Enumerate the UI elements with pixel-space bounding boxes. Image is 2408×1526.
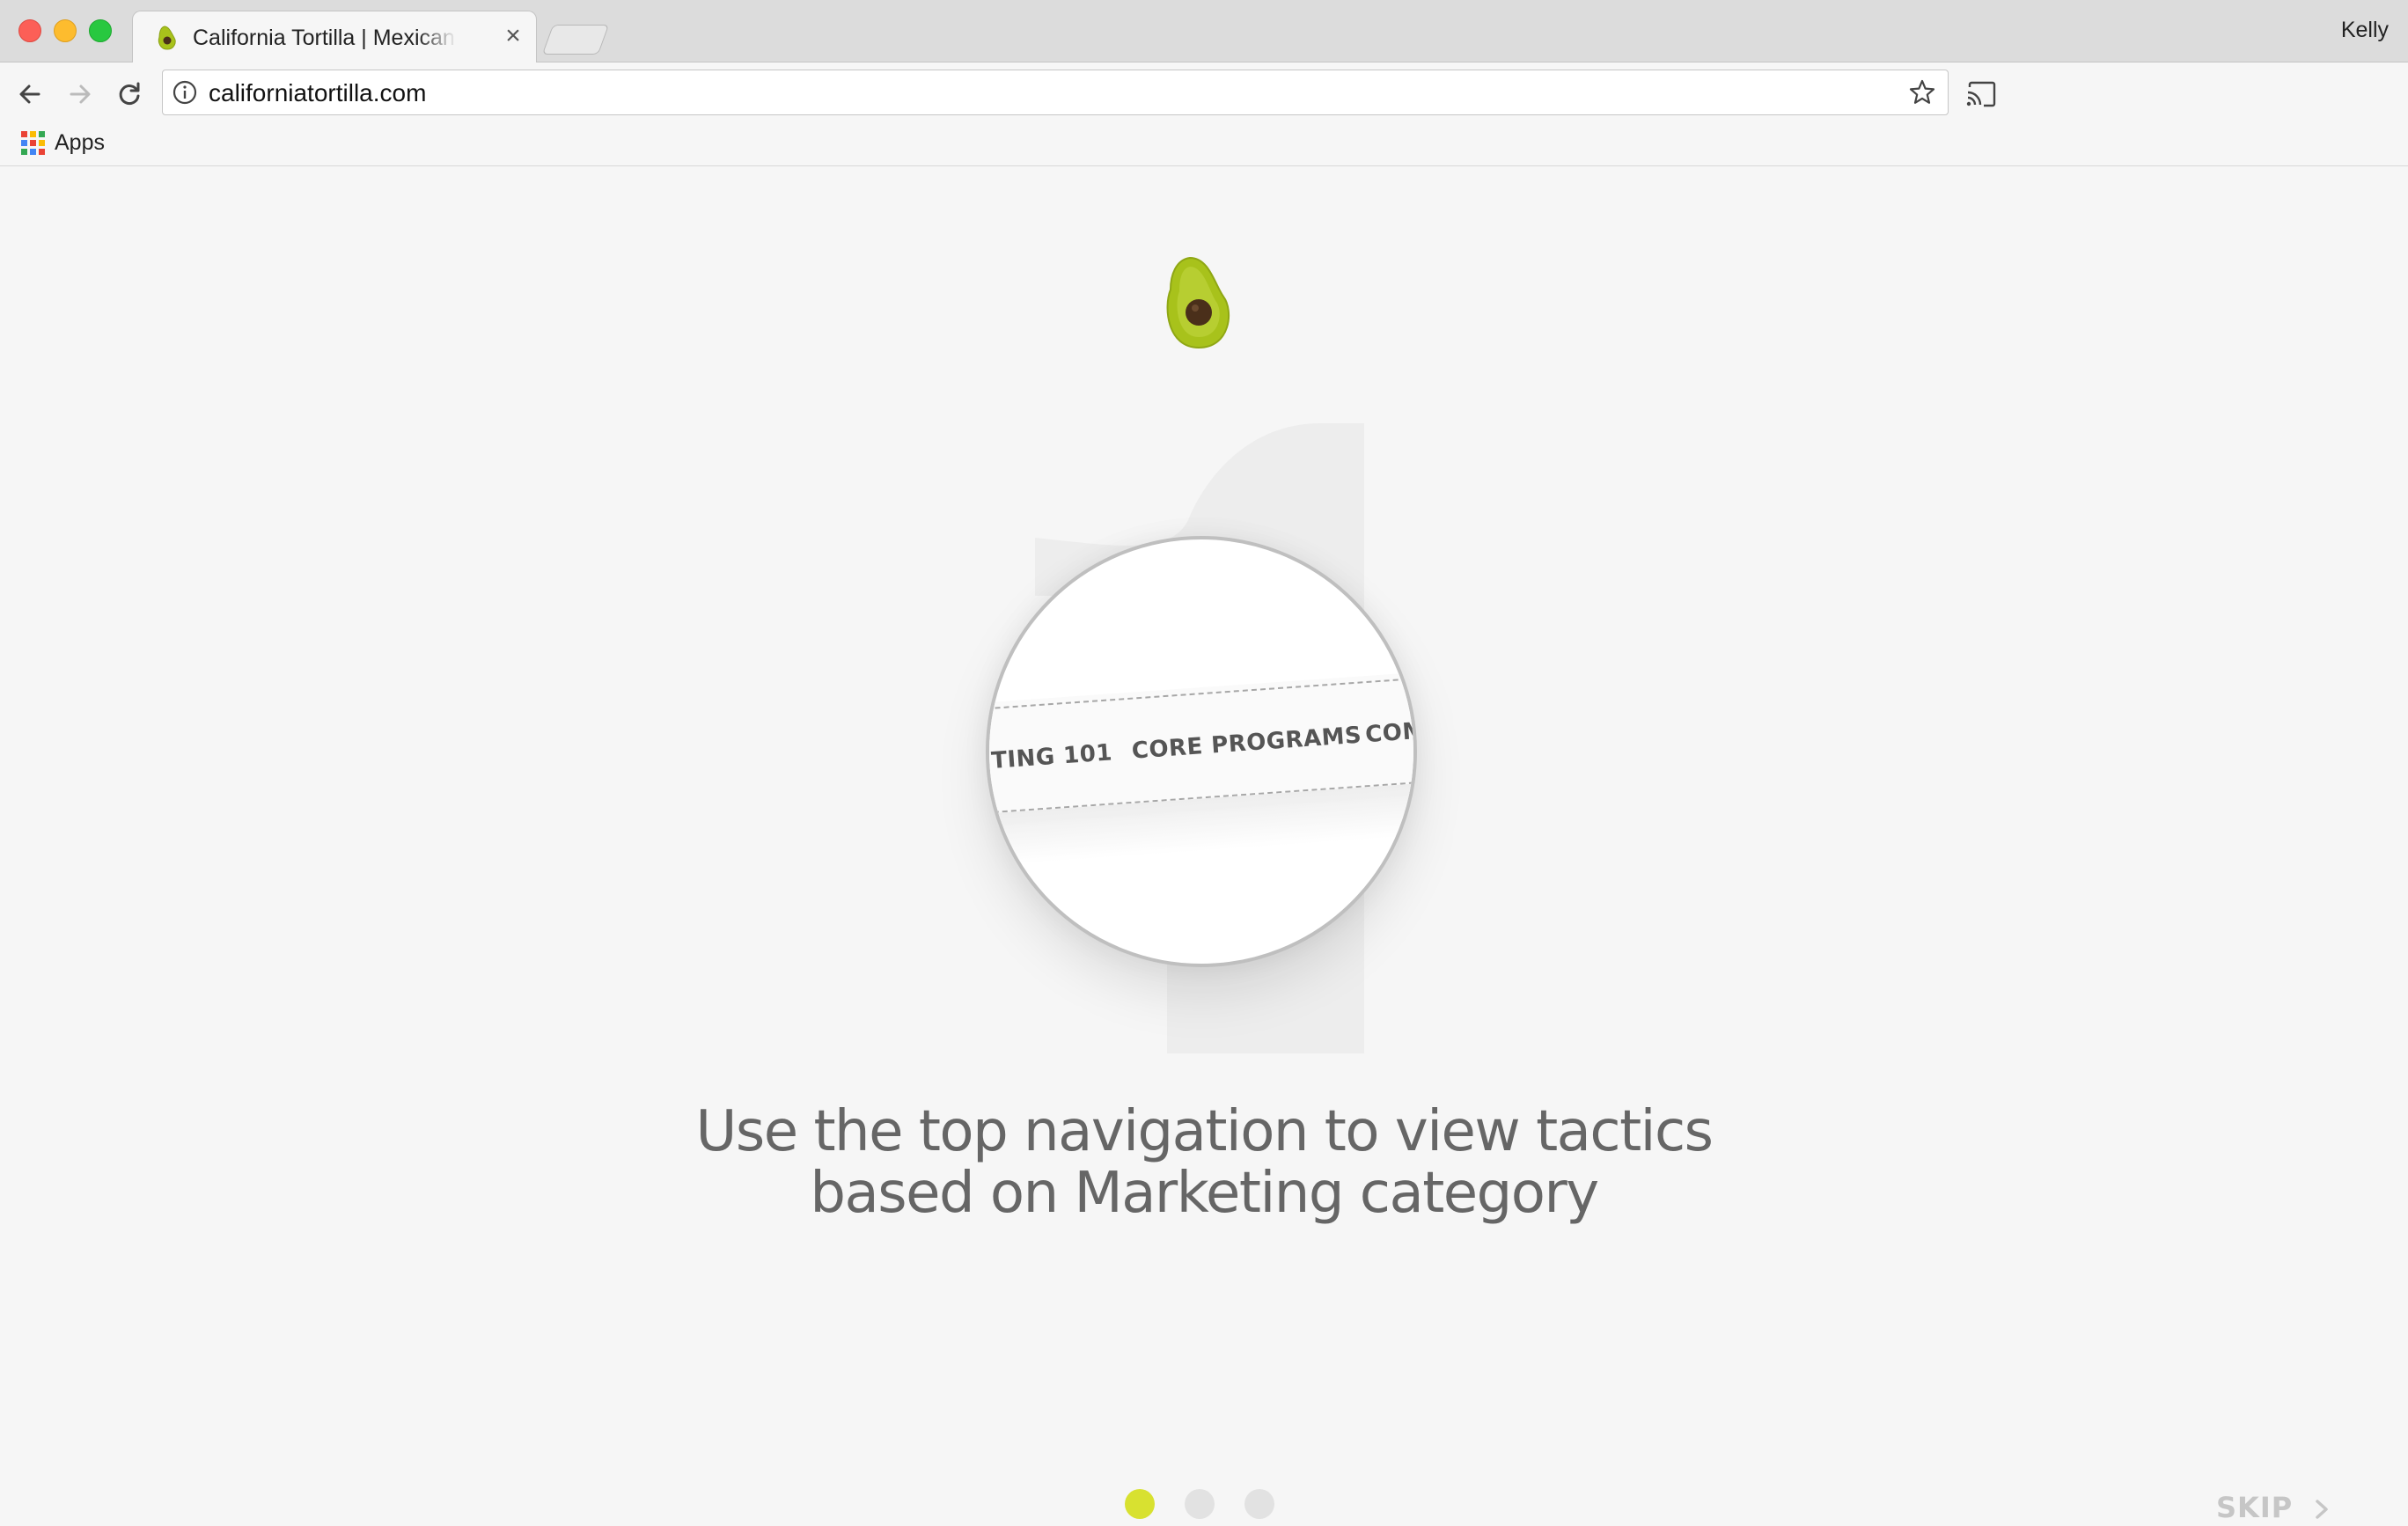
nav-item-preview: TING 101 — [990, 739, 1113, 774]
close-icon[interactable]: × — [501, 23, 525, 49]
profile-button[interactable]: Kelly — [2341, 18, 2389, 43]
apps-grid-icon — [21, 131, 45, 155]
headline-line: based on Marketing category — [810, 1161, 1599, 1226]
tab-title: California Tortilla | Mexican Food — [193, 26, 457, 50]
bookmark-label: Apps — [55, 130, 105, 155]
onboarding-page: TING 101 CORE PROGRAMS COM Use the top n… — [0, 166, 2408, 1524]
navigation-magnifier: TING 101 CORE PROGRAMS COM — [986, 536, 1417, 967]
close-window-button[interactable] — [18, 19, 41, 42]
minimize-window-button[interactable] — [54, 19, 77, 42]
reload-icon — [119, 82, 140, 105]
tab-strip: California Tortilla | Mexican Food × Kel… — [0, 0, 2408, 62]
avocado-icon — [158, 26, 176, 50]
nav-item-preview: CORE PROGRAMS — [1130, 722, 1363, 765]
tab-active[interactable]: California Tortilla | Mexican Food × — [132, 11, 537, 62]
back-arrow-icon — [19, 84, 40, 104]
address-bar[interactable]: californiatortilla.com — [162, 70, 1949, 115]
forward-arrow-icon — [70, 84, 91, 104]
new-tab-button[interactable] — [541, 25, 610, 55]
chevron-right-icon — [2316, 1500, 2328, 1519]
nav-shadow — [989, 780, 1413, 869]
forward-button[interactable] — [64, 78, 96, 110]
info-icon[interactable] — [172, 79, 198, 106]
reload-button[interactable] — [114, 78, 145, 110]
onboarding-headline: Use the top navigation to view tactics b… — [676, 1101, 1732, 1224]
browser-toolbar: californiatortilla.com — [0, 62, 2408, 126]
bookmarks-bar: Apps — [0, 126, 2408, 166]
pager-dot-active[interactable] — [1125, 1489, 1155, 1519]
back-button[interactable] — [14, 78, 46, 110]
browser-window: California Tortilla | Mexican Food × Kel… — [0, 0, 2408, 1524]
zoom-window-button[interactable] — [89, 19, 112, 42]
star-icon[interactable] — [1907, 77, 1937, 107]
url-text[interactable]: californiatortilla.com — [209, 79, 426, 107]
top-navigation-preview: TING 101 CORE PROGRAMS COM — [989, 670, 1417, 869]
nav-item-preview: COM — [1364, 717, 1417, 749]
headline-line: Use the top navigation to view tactics — [695, 1099, 1714, 1164]
skip-label: SKIP — [2216, 1491, 2294, 1524]
nav-divider — [989, 675, 1413, 713]
pager-dot[interactable] — [1185, 1489, 1215, 1519]
avocado-logo — [1166, 256, 1230, 349]
pager-dot[interactable] — [1244, 1489, 1274, 1519]
cast-icon[interactable] — [1964, 78, 1998, 110]
